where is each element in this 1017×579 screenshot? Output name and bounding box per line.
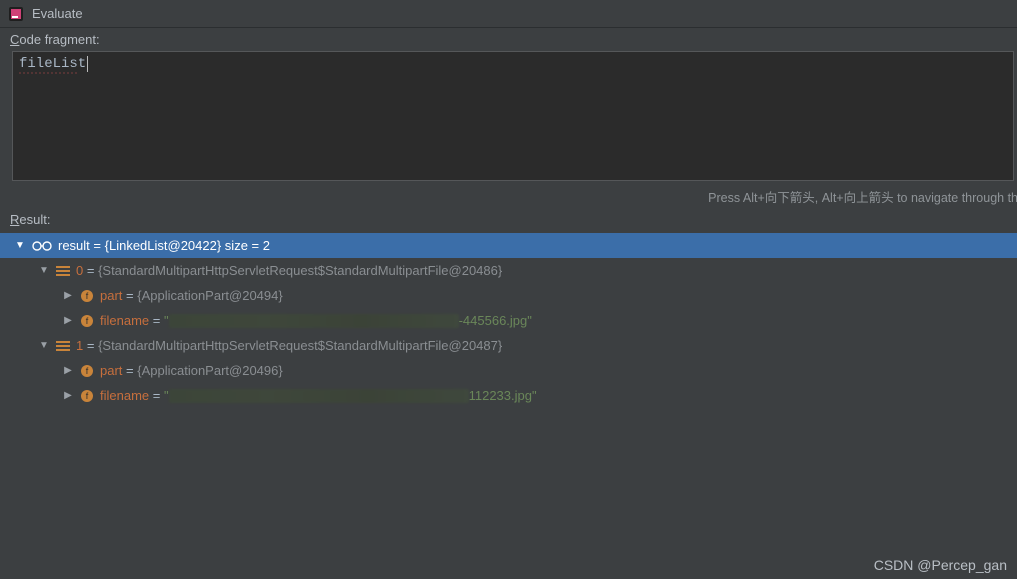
string-suffix: 112233.jpg" bbox=[469, 388, 537, 403]
result-name: result bbox=[58, 238, 90, 253]
code-fragment-input[interactable]: fileList bbox=[12, 51, 1014, 181]
field-name: part bbox=[100, 363, 122, 378]
field-icon: f bbox=[80, 314, 94, 328]
watermark: CSDN @Percep_gan bbox=[874, 557, 1007, 573]
tree-root-row[interactable]: ▼ result = {LinkedList@20422} size = 2 bbox=[0, 233, 1017, 258]
item-value: {StandardMultipartHttpServletRequest$Sta… bbox=[98, 338, 502, 353]
expand-arrow-icon[interactable]: ▼ bbox=[38, 340, 50, 351]
field-icon: f bbox=[80, 364, 94, 378]
result-value: {LinkedList@20422} size = 2 bbox=[105, 238, 270, 253]
window-title: Evaluate bbox=[32, 6, 83, 21]
list-element-icon bbox=[56, 340, 70, 352]
result-tree[interactable]: ▼ result = {LinkedList@20422} size = 2 ▼… bbox=[0, 233, 1017, 408]
field-value: {ApplicationPart@20494} bbox=[137, 288, 282, 303]
list-element-icon bbox=[56, 265, 70, 277]
expand-arrow-icon[interactable]: ▼ bbox=[14, 240, 26, 251]
tree-field-row[interactable]: ▶ f part = {ApplicationPart@20494} bbox=[0, 283, 1017, 308]
collapse-arrow-icon[interactable]: ▶ bbox=[62, 290, 74, 301]
redacted-text bbox=[169, 389, 469, 403]
field-name: filename bbox=[100, 313, 149, 328]
collapse-arrow-icon[interactable]: ▶ bbox=[62, 365, 74, 376]
app-icon bbox=[8, 6, 24, 22]
string-suffix: -445566.jpg" bbox=[459, 313, 532, 328]
string-quote: " bbox=[164, 388, 169, 403]
collapse-arrow-icon[interactable]: ▶ bbox=[62, 390, 74, 401]
item-index: 1 bbox=[76, 338, 83, 353]
caret bbox=[87, 56, 88, 72]
tree-item-row[interactable]: ▼ 1 = {StandardMultipartHttpServletReque… bbox=[0, 333, 1017, 358]
expand-arrow-icon[interactable]: ▼ bbox=[38, 265, 50, 276]
tree-field-row[interactable]: ▶ f part = {ApplicationPart@20496} bbox=[0, 358, 1017, 383]
field-name: filename bbox=[100, 388, 149, 403]
item-value: {StandardMultipartHttpServletRequest$Sta… bbox=[98, 263, 502, 278]
item-index: 0 bbox=[76, 263, 83, 278]
tree-field-row[interactable]: ▶ f filename = " 112233.jpg" bbox=[0, 383, 1017, 408]
navigation-hint: Press Alt+向下箭头, Alt+向上箭头 to navigate thr… bbox=[0, 181, 1017, 212]
tree-item-row[interactable]: ▼ 0 = {StandardMultipartHttpServletReque… bbox=[0, 258, 1017, 283]
title-bar: Evaluate bbox=[0, 0, 1017, 28]
error-underline bbox=[19, 72, 79, 74]
redacted-text bbox=[169, 314, 459, 328]
result-label: Result: bbox=[0, 212, 1017, 231]
watch-icon bbox=[32, 240, 52, 252]
field-icon: f bbox=[80, 389, 94, 403]
field-value: {ApplicationPart@20496} bbox=[137, 363, 282, 378]
code-expression: fileList bbox=[19, 56, 86, 72]
field-name: part bbox=[100, 288, 122, 303]
code-fragment-label: Code fragment: bbox=[0, 28, 1017, 51]
field-icon: f bbox=[80, 289, 94, 303]
tree-field-row[interactable]: ▶ f filename = " -445566.jpg" bbox=[0, 308, 1017, 333]
collapse-arrow-icon[interactable]: ▶ bbox=[62, 315, 74, 326]
string-quote: " bbox=[164, 313, 169, 328]
